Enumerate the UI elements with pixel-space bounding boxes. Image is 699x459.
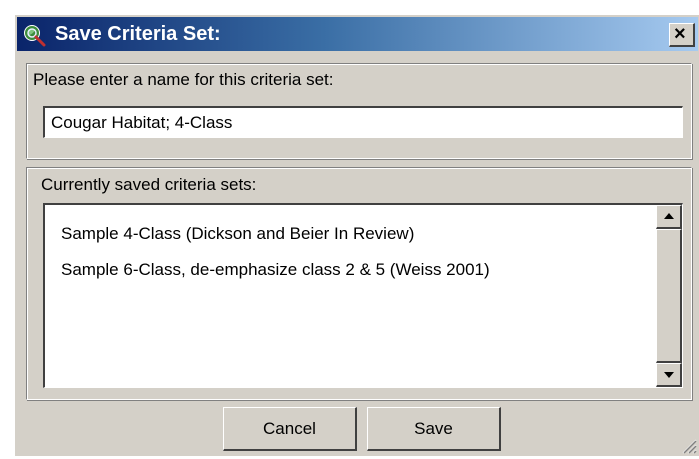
list-item[interactable]: Sample 6-Class, de-emphasize class 2 & 5…: [61, 260, 490, 280]
title-bar[interactable]: Save Criteria Set: ×: [17, 17, 698, 51]
resize-grip-icon[interactable]: [679, 436, 697, 454]
save-criteria-set-dialog: Save Criteria Set: × Please enter a name…: [14, 14, 699, 456]
scroll-thumb[interactable]: [656, 229, 682, 363]
scroll-down-arrow-icon: [664, 372, 674, 378]
cancel-button[interactable]: Cancel: [223, 407, 357, 451]
scroll-up-button[interactable]: [656, 205, 682, 229]
save-button[interactable]: Save: [367, 407, 501, 451]
scroll-up-arrow-icon: [664, 213, 674, 219]
vertical-scrollbar[interactable]: [656, 205, 682, 387]
criteria-set-name-input[interactable]: [43, 106, 683, 138]
scroll-down-button[interactable]: [656, 363, 682, 387]
saved-criteria-sets-list[interactable]: Sample 4-Class (Dickson and Beier In Rev…: [43, 203, 683, 388]
name-prompt-label: Please enter a name for this criteria se…: [33, 70, 334, 89]
globe-magnifier-icon: [23, 23, 47, 47]
dialog-title: Save Criteria Set:: [55, 23, 221, 45]
close-icon: ×: [674, 23, 686, 45]
list-item[interactable]: Sample 4-Class (Dickson and Beier In Rev…: [61, 224, 414, 244]
close-button[interactable]: ×: [669, 23, 695, 47]
saved-sets-label: Currently saved criteria sets:: [41, 175, 257, 194]
